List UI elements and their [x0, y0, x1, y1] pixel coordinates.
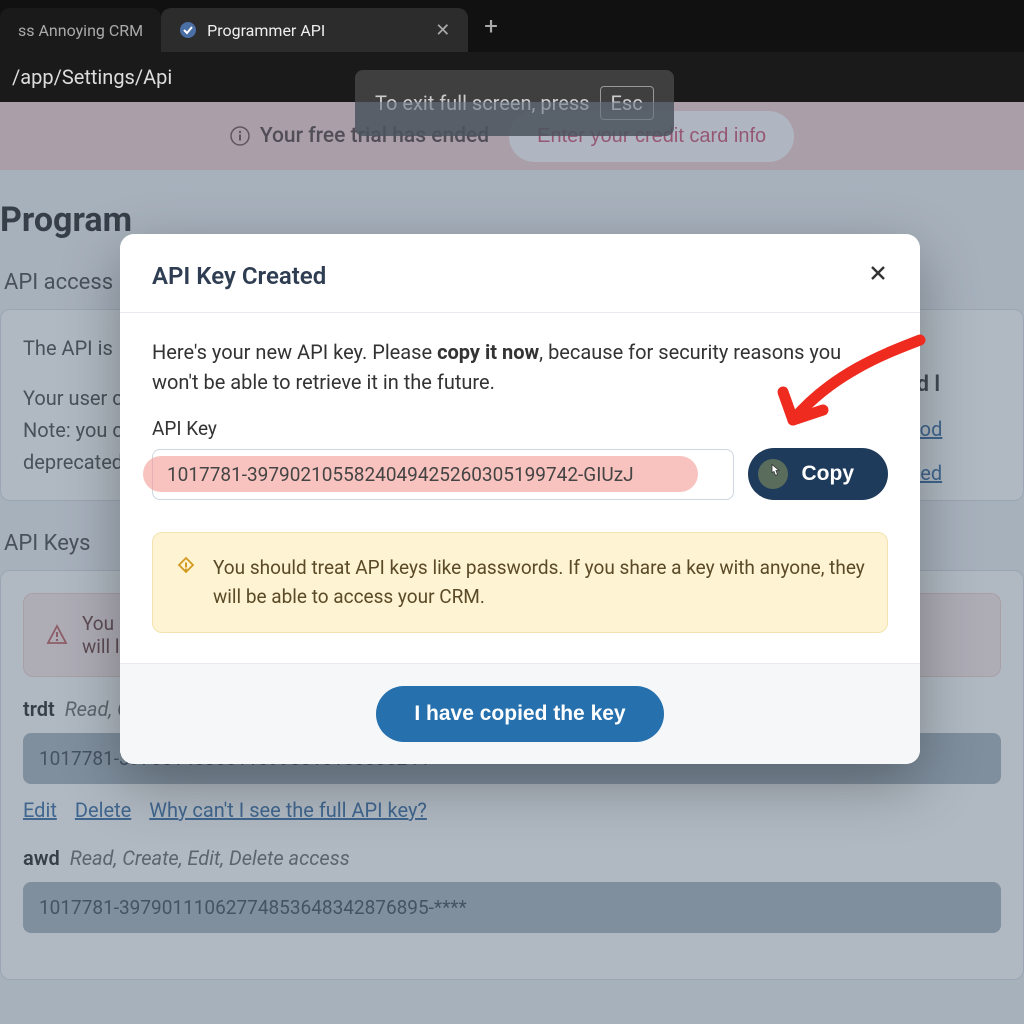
modal-description: Here's your new API key. Please copy it …: [152, 337, 888, 397]
api-key-value: 1017781-3979021055824049425260305199742-…: [167, 463, 634, 486]
copy-button[interactable]: Copy: [748, 448, 889, 500]
security-info-box: You should treat API keys like passwords…: [152, 532, 888, 633]
close-tab-icon[interactable]: ✕: [435, 20, 450, 41]
tab-favicon-icon: [179, 21, 197, 39]
security-info-text: You should treat API keys like passwords…: [213, 553, 865, 612]
api-key-row: 1017781-3979021055824049425260305199742-…: [152, 448, 888, 500]
api-key-input[interactable]: 1017781-3979021055824049425260305199742-…: [152, 449, 734, 500]
new-tab-button[interactable]: +: [468, 12, 514, 40]
modal-footer: I have copied the key: [120, 663, 920, 764]
browser-tab-active[interactable]: Programmer API ✕: [161, 8, 468, 52]
tab-label: ss Annoying CRM: [18, 21, 143, 40]
browser-tab-strip: ss Annoying CRM Programmer API ✕ +: [0, 0, 1024, 52]
url-text: /app/Settings/Api: [12, 65, 172, 89]
modal-header: API Key Created: [120, 234, 920, 313]
close-modal-button[interactable]: [868, 262, 888, 290]
modal-title: API Key Created: [152, 262, 326, 290]
tab-label: Programmer API: [207, 21, 325, 40]
copy-label: Copy: [802, 462, 855, 486]
api-key-label: API Key: [152, 417, 888, 440]
browser-tab-inactive[interactable]: ss Annoying CRM: [0, 8, 161, 52]
api-key-created-modal: API Key Created Here's your new API key.…: [120, 234, 920, 764]
shield-warning-icon: [175, 556, 197, 582]
modal-body: Here's your new API key. Please copy it …: [120, 313, 920, 663]
close-icon: [868, 263, 888, 283]
cursor-pointer-icon: [766, 463, 784, 486]
confirm-copied-button[interactable]: I have copied the key: [376, 686, 663, 742]
